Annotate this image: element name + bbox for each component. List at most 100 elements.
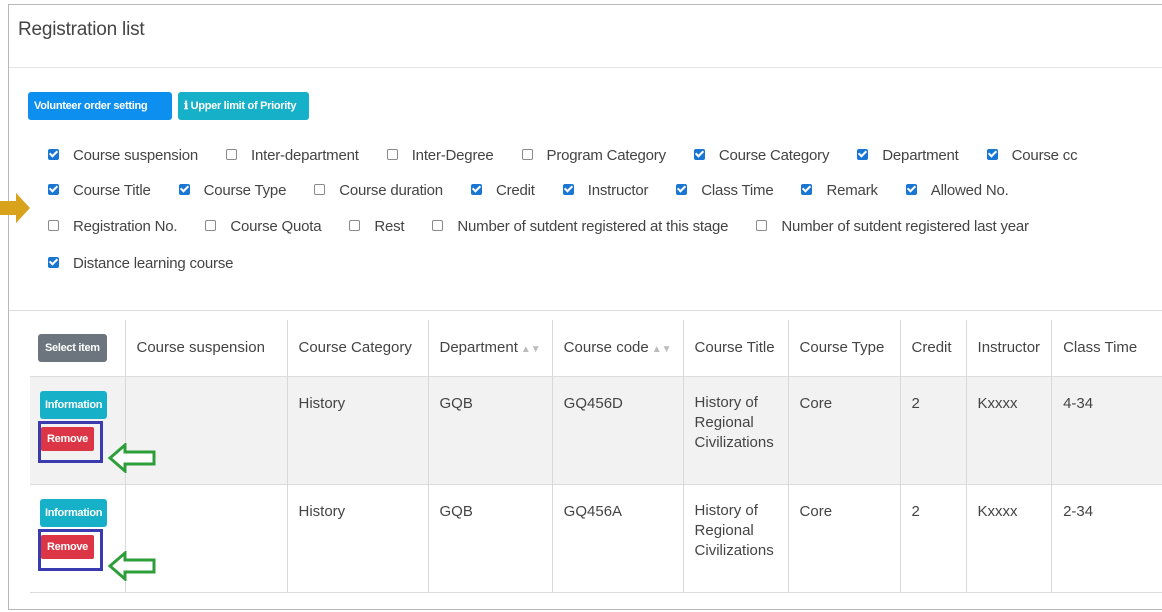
filter-label: Class Time: [701, 182, 774, 199]
filter-label: Distance learning course: [73, 255, 234, 272]
filter-label: Course cc: [1011, 147, 1078, 164]
cell-credit: 2: [900, 483, 967, 593]
filter-option[interactable]: Class Time: [676, 182, 774, 199]
filter-label: Remark: [826, 182, 878, 199]
page-title: Registration list: [18, 19, 145, 40]
filter-option[interactable]: Distance learning course: [48, 255, 233, 272]
information-button[interactable]: Information: [40, 390, 108, 419]
filter-option[interactable]: Course Category: [693, 147, 830, 164]
filter-option[interactable]: Instructor: [562, 182, 649, 199]
filter-label: Inter-Degree: [411, 147, 494, 164]
checkbox-unchecked[interactable]: [756, 220, 768, 231]
filter-label: Registration No.: [73, 218, 178, 235]
volunteer-order-button[interactable]: Volunteer order setting: [28, 92, 172, 120]
checkbox-unchecked[interactable]: [205, 220, 217, 231]
filter-option[interactable]: Course cc: [986, 147, 1078, 164]
filter-option[interactable]: Course Title: [48, 182, 151, 199]
table-header-row: Select item Course suspension Course Cat…: [30, 320, 1162, 376]
col-course-title: Course Title: [683, 320, 789, 376]
checkbox-checked[interactable]: [48, 257, 59, 268]
filter-label: Course Category: [718, 147, 830, 164]
registration-table: Select item Course suspension Course Cat…: [30, 320, 1162, 593]
filter-label: Course suspension: [73, 147, 199, 164]
filter-row: Distance learning course: [48, 255, 261, 272]
col-department-label: Department: [439, 339, 518, 357]
filter-option[interactable]: Remark: [801, 182, 878, 199]
upper-limit-button[interactable]: ℹ Upper limit of Priority: [178, 92, 309, 120]
filter-option[interactable]: Course Quota: [205, 218, 322, 235]
checkbox-checked[interactable]: [48, 149, 59, 160]
filter-row: Course suspension Inter-department Inter-D…: [48, 147, 1105, 164]
filter-label: Instructor: [587, 182, 649, 199]
select-item-button[interactable]: Select item: [38, 333, 107, 362]
annotation-arrow-green: [108, 550, 156, 581]
cell-department: GQB: [428, 483, 553, 593]
col-course-suspension: Course suspension: [125, 320, 288, 376]
filter-label: Allowed No.: [930, 182, 1009, 199]
checkbox-checked[interactable]: [562, 184, 574, 195]
filter-label: Number of sutdent registered at this sta…: [457, 218, 729, 235]
checkbox-checked[interactable]: [905, 184, 917, 195]
filter-label: Program Category: [546, 147, 667, 164]
filter-option[interactable]: Course suspension: [48, 147, 198, 164]
checkbox-unchecked[interactable]: [226, 149, 238, 160]
filter-label: Course duration: [339, 182, 443, 199]
checkbox-unchecked[interactable]: [521, 149, 533, 160]
checkbox-unchecked[interactable]: [314, 184, 326, 195]
filter-option[interactable]: Inter-department: [226, 147, 359, 164]
table-row: Information Remove History GQB GQ456A Hi…: [30, 483, 1162, 593]
filter-option[interactable]: Program Category: [521, 147, 667, 164]
cell-class-time: 2-34: [1051, 483, 1162, 593]
remove-button[interactable]: Remove: [41, 534, 94, 559]
col-course-code[interactable]: Course code ▲▼: [552, 320, 684, 376]
info-icon: ℹ: [184, 100, 191, 112]
filter-option[interactable]: Course duration: [314, 182, 443, 199]
checkbox-unchecked[interactable]: [349, 220, 361, 231]
information-button[interactable]: Information: [40, 498, 108, 527]
cell-code: GQ456A: [552, 483, 684, 593]
sort-icon[interactable]: ▲▼: [521, 344, 541, 355]
checkbox-checked[interactable]: [470, 184, 482, 195]
filter-option[interactable]: Rest: [349, 218, 405, 235]
remove-button[interactable]: Remove: [41, 426, 94, 451]
col-credit: Credit: [900, 320, 967, 376]
filter-option[interactable]: Department: [857, 147, 959, 164]
filter-option[interactable]: Inter-Degree: [386, 147, 494, 164]
divider: [9, 310, 1162, 311]
checkbox-checked[interactable]: [693, 149, 705, 160]
annotation-arrow-orange: [0, 193, 30, 223]
filter-label: Course Type: [203, 182, 287, 199]
cell-code: GQ456D: [552, 375, 684, 484]
cell-category: History: [287, 483, 429, 593]
checkbox-checked[interactable]: [178, 184, 190, 195]
col-class-time: Class Time: [1051, 320, 1162, 376]
cell-title: History of Regional Civilizations: [683, 375, 789, 484]
divider: [9, 67, 1162, 68]
cell-type: Core: [788, 375, 901, 484]
col-instructor: Instructor: [966, 320, 1053, 376]
col-department[interactable]: Department ▲▼: [428, 320, 553, 376]
filter-option[interactable]: Credit: [470, 182, 535, 199]
checkbox-unchecked[interactable]: [432, 220, 444, 231]
cell-instructor: Kxxxx: [966, 483, 1053, 593]
filter-label: Course Title: [73, 182, 151, 199]
filter-option[interactable]: Allowed No.: [905, 182, 1009, 199]
col-course-code-label: Course code: [563, 339, 649, 357]
filter-option[interactable]: Number of sutdent registered last year: [756, 218, 1029, 235]
checkbox-checked[interactable]: [676, 184, 688, 195]
checkbox-unchecked[interactable]: [48, 220, 59, 231]
filter-option[interactable]: Registration No.: [48, 218, 178, 235]
checkbox-checked[interactable]: [801, 184, 813, 195]
filter-option[interactable]: Number of sutdent registered at this sta…: [432, 218, 729, 235]
checkbox-checked[interactable]: [986, 149, 998, 160]
checkbox-unchecked[interactable]: [386, 149, 398, 160]
filter-label: Course Quota: [230, 218, 322, 235]
cell-credit: 2: [900, 375, 967, 484]
cell-type: Core: [788, 483, 901, 593]
filter-row: Course Title Course Type Course duration Cr…: [48, 182, 1037, 199]
filter-option[interactable]: Course Type: [178, 182, 287, 199]
cell-class-time: 4-34: [1051, 375, 1162, 484]
sort-icon[interactable]: ▲▼: [652, 344, 672, 355]
checkbox-checked[interactable]: [48, 184, 59, 195]
checkbox-checked[interactable]: [857, 149, 869, 160]
